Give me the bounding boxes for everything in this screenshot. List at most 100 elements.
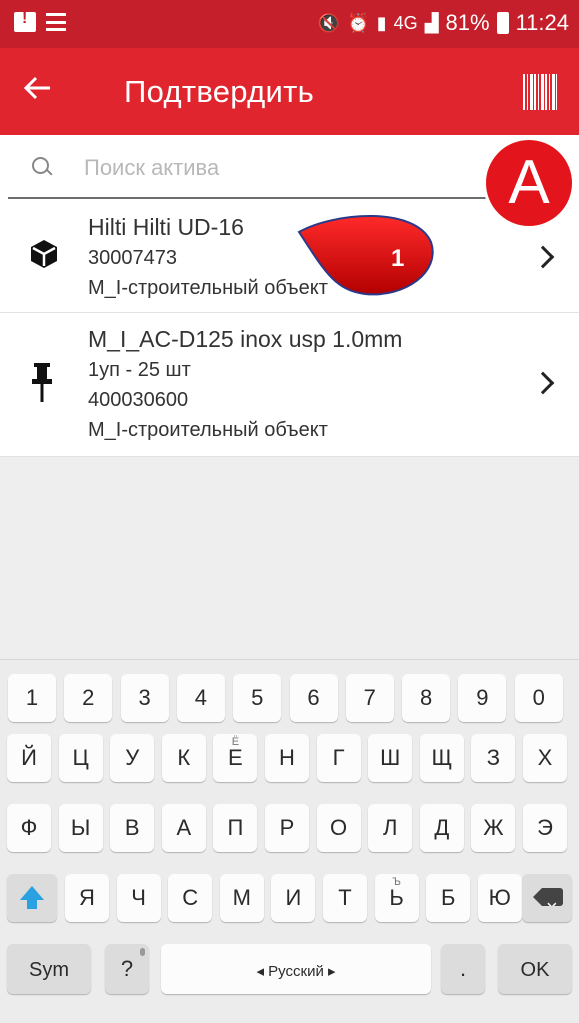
key-У-label: У — [125, 745, 140, 770]
key-6[interactable]: 6 — [289, 674, 338, 722]
space-bar[interactable]: ◂ Русский ▸ — [161, 944, 431, 994]
key-Я[interactable]: Я — [65, 874, 109, 922]
box-icon — [30, 239, 58, 274]
shift-icon[interactable] — [7, 874, 57, 922]
key-5-label: 5 — [251, 685, 264, 710]
key-hint: Ё — [231, 736, 240, 748]
status-bar: 🔇 ⏰ ▮ 4G ▟ 81% 11:24 — [0, 0, 579, 48]
callout-annotation-a: A — [483, 137, 575, 229]
key-Б[interactable]: Б — [426, 874, 471, 922]
key-В[interactable]: В — [110, 804, 155, 852]
key-Ш-label: Ш — [380, 745, 401, 770]
key-Х[interactable]: Х — [523, 734, 567, 782]
chevron-right-icon — [531, 371, 555, 395]
key-Б-label: Б — [440, 885, 456, 910]
period-key-label: . — [459, 956, 467, 981]
notification-list-icon — [46, 13, 66, 31]
item-title: M_I_AC-D125 inox usp 1.0mm — [88, 326, 403, 352]
list-item-text: M_I_AC-D125 inox usp 1.0mm 1уп - 25 шт 4… — [88, 323, 402, 445]
key-Ы[interactable]: Ы — [58, 804, 103, 852]
back-arrow-icon[interactable] — [22, 72, 62, 112]
key-Д[interactable]: Д — [419, 804, 464, 852]
key-С[interactable]: С — [168, 874, 213, 922]
battery-icon — [496, 12, 509, 34]
key-9-label: 9 — [476, 685, 489, 710]
key-Е[interactable]: ЕЁ — [213, 734, 258, 782]
key-7[interactable]: 7 — [345, 674, 394, 722]
question-key[interactable]: ? — [105, 944, 149, 994]
key-М[interactable]: М — [219, 874, 264, 922]
key-О[interactable]: О — [316, 804, 361, 852]
item-code: 400030600 — [88, 389, 189, 411]
key-3[interactable]: 3 — [120, 674, 169, 722]
mic-icon — [140, 948, 145, 956]
key-Ц-label: Ц — [72, 745, 89, 770]
key-Ш[interactable]: Ш — [368, 734, 413, 782]
key-Л[interactable]: Л — [368, 804, 413, 852]
key-Э-label: Э — [537, 815, 553, 840]
key-А[interactable]: А — [161, 804, 206, 852]
mute-icon: 🔇 — [317, 13, 341, 33]
key-Г[interactable]: Г — [316, 734, 361, 782]
period-key[interactable]: . — [441, 944, 485, 994]
shift-stem — [27, 899, 37, 909]
list-item[interactable]: M_I_AC-D125 inox usp 1.0mm 1уп - 25 шт 4… — [0, 313, 579, 457]
key-2[interactable]: 2 — [64, 674, 113, 722]
asset-list: Hilti Hilti UD-16 30007473 M_I-строитель… — [0, 201, 579, 457]
key-Щ[interactable]: Щ — [419, 734, 464, 782]
key-Т[interactable]: Т — [323, 874, 367, 922]
key-7-label: 7 — [363, 685, 376, 710]
key-О-label: О — [330, 815, 348, 840]
key-Щ-label: Щ — [431, 745, 453, 770]
network-type: 4G — [393, 13, 418, 33]
key-0[interactable]: 0 — [514, 674, 563, 722]
key-Е-label: Е — [228, 745, 243, 770]
sym-key-label: Sym — [29, 959, 69, 981]
sym-key[interactable]: Sym — [7, 944, 91, 994]
list-item[interactable]: Hilti Hilti UD-16 30007473 M_I-строитель… — [0, 201, 579, 313]
key-Н[interactable]: Н — [265, 734, 309, 782]
key-1-label: 1 — [25, 685, 39, 710]
key-И[interactable]: И — [271, 874, 316, 922]
key-З[interactable]: З — [471, 734, 516, 782]
key-Ч[interactable]: Ч — [116, 874, 161, 922]
key-Ю-label: Ю — [488, 885, 511, 910]
key-Ж-label: Ж — [483, 815, 504, 840]
backspace-icon[interactable] — [522, 874, 572, 922]
key-8[interactable]: 8 — [402, 674, 451, 722]
key-К-label: К — [177, 745, 191, 770]
key-6-label: 6 — [307, 685, 320, 710]
callout-number: 1 — [391, 245, 404, 272]
item-code: 30007473 — [88, 247, 177, 269]
key-Т-label: Т — [338, 885, 352, 910]
signal-icon: ▟ — [424, 13, 439, 33]
key-С-label: С — [182, 885, 199, 910]
key-Ф-label: Ф — [20, 815, 38, 840]
page-title: Подтвердить — [124, 74, 315, 109]
key-Н-label: Н — [279, 745, 295, 770]
key-П[interactable]: П — [213, 804, 258, 852]
key-А-label: А — [176, 815, 192, 840]
key-1[interactable]: 1 — [8, 674, 56, 722]
key-К[interactable]: К — [161, 734, 206, 782]
key-Ж[interactable]: Ж — [471, 804, 516, 852]
key-5[interactable]: 5 — [233, 674, 282, 722]
key-Ь[interactable]: ЬЪ — [374, 874, 419, 922]
key-Х-label: Х — [537, 745, 553, 770]
key-Ю[interactable]: Ю — [477, 874, 522, 922]
key-Э[interactable]: Э — [523, 804, 567, 852]
key-Р[interactable]: Р — [265, 804, 309, 852]
barcode-scan-icon[interactable] — [523, 74, 557, 110]
on-screen-keyboard: 1234 5 6 7 890 ЙЦ У К ЕЁ НГШ ЩЗХ ФЫВАПР ОЛДЖ Э ЯЧСМИТЬ… — [0, 659, 579, 1023]
key-Р-label: Р — [279, 815, 295, 840]
search-input[interactable] — [84, 151, 474, 185]
key-9[interactable]: 9 — [458, 674, 507, 722]
key-У[interactable]: У — [110, 734, 155, 782]
key-Ц[interactable]: Ц — [58, 734, 103, 782]
key-Й[interactable]: Й — [7, 734, 51, 782]
chevron-right-icon — [531, 245, 555, 269]
ok-key[interactable]: OK — [498, 944, 572, 994]
key-4[interactable]: 4 — [176, 674, 225, 722]
item-location: M_I-строительный объект — [88, 419, 328, 441]
key-Ф[interactable]: Ф — [7, 804, 51, 852]
